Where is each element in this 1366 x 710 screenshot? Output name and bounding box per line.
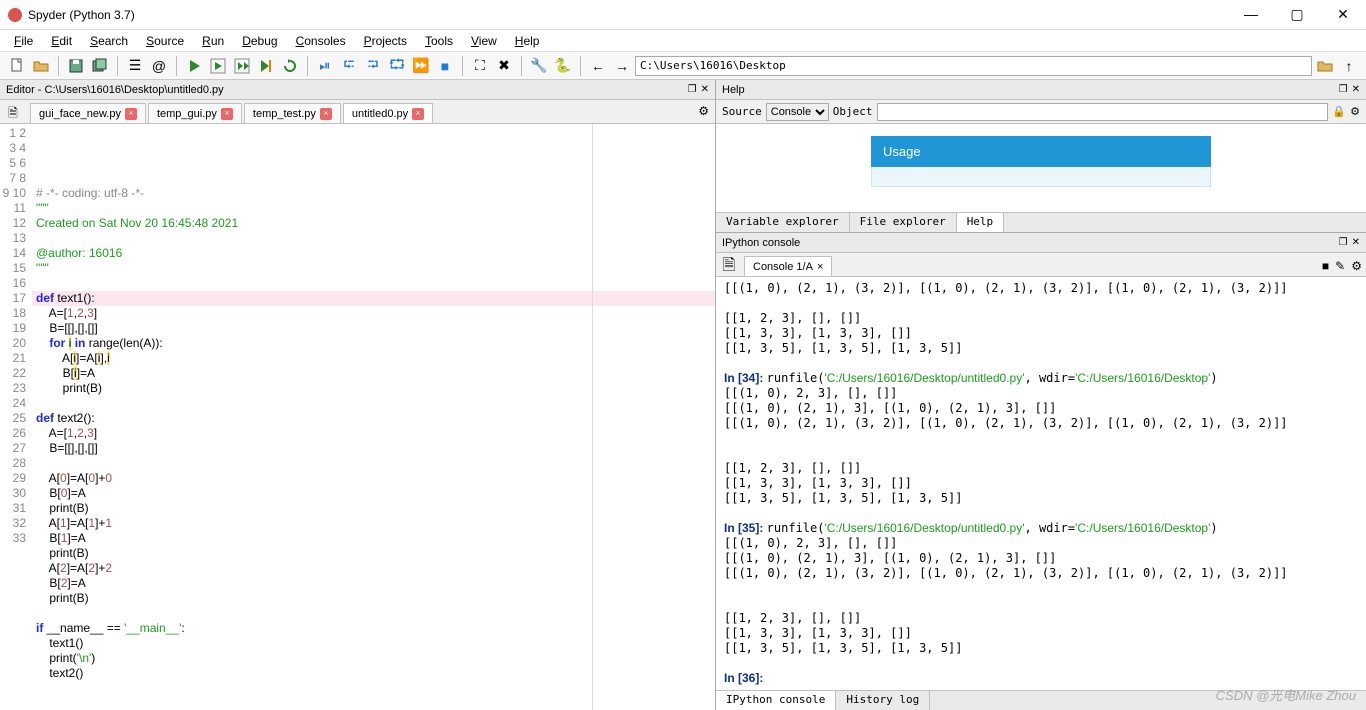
menu-tools[interactable]: Tools [417,32,461,50]
console-bottom-tab[interactable]: IPython console [716,691,836,710]
editor-undock-button[interactable]: ❐ [688,84,697,95]
console-edit-button[interactable]: ✎ [1335,259,1345,273]
console-options-button[interactable]: ⚙ [1351,259,1362,273]
maximize-button[interactable]: ▢ [1282,6,1312,23]
console-stop-button[interactable]: ■ [1322,259,1329,273]
editor-tab[interactable]: gui_face_new.py × [30,103,146,123]
debug-step-button[interactable]: ⏯ [314,55,336,77]
app-icon [8,8,22,22]
lock-icon[interactable]: 🔒 [1332,105,1346,118]
usage-content [871,167,1211,187]
source-select[interactable]: Console [766,103,829,121]
menu-source[interactable]: Source [138,32,192,50]
nav-back-button[interactable]: ← [587,55,609,77]
console-undock-button[interactable]: ❐ [1339,237,1348,248]
menu-run[interactable]: Run [194,32,232,50]
editor-options-button[interactable]: ⚙ [698,104,709,118]
editor-tab-label: gui_face_new.py [39,108,121,120]
console-tab-label: Console 1/A [753,261,813,273]
run-cell-button[interactable] [207,55,229,77]
help-toolbar: Source Console Object 🔒 ⚙ [716,100,1366,124]
editor-tab[interactable]: untitled0.py × [343,103,433,123]
debug-continue-button[interactable]: ⏩ [410,55,432,77]
outline-button[interactable]: ☰ [124,55,146,77]
help-close-button[interactable]: ✕ [1352,84,1360,95]
maximize-pane-button[interactable]: ⛶ [469,55,491,77]
console-browse-button[interactable]: 🗎 [720,258,738,276]
help-body: Usage [716,124,1366,212]
console-output[interactable]: [[(1, 0), (2, 1), (3, 2)], [(1, 0), (2, … [716,277,1366,690]
main-toolbar: ☰ @ ⏯ ⮓ ⮒ ⮔ ⏩ ■ ⛶ ✖ 🔧 🐍 ← → ↑ [0,52,1366,80]
debug-over-button[interactable]: ⮒ [362,55,384,77]
help-tab[interactable]: Help [957,213,1005,232]
menubar: FileEditSearchSourceRunDebugConsolesProj… [0,30,1366,52]
save-button[interactable] [65,55,87,77]
run-cell-advance-button[interactable] [231,55,253,77]
nav-forward-button[interactable]: → [611,55,633,77]
menu-consoles[interactable]: Consoles [288,32,354,50]
debug-into-button[interactable]: ⮓ [338,55,360,77]
editor-tab-close[interactable]: × [320,108,332,120]
close-button[interactable]: ✕ [1328,6,1358,23]
editor-tab[interactable]: temp_test.py × [244,103,341,123]
pythonpath-button[interactable]: 🐍 [552,55,574,77]
code-editor[interactable]: 1 2 3 4 5 6 7 8 9 10 11 12 13 14 15 16 1… [0,124,715,710]
working-dir-input[interactable] [635,56,1312,76]
preferences-button[interactable]: 🔧 [528,55,550,77]
tab-browse-button[interactable]: 🗎 [4,105,22,123]
open-file-button[interactable] [30,55,52,77]
console-bottom-tabs: IPython consoleHistory log [716,690,1366,710]
editor-tabs: 🗎 gui_face_new.py×temp_gui.py×temp_test.… [0,100,715,124]
menu-file[interactable]: File [6,32,41,50]
editor-close-button[interactable]: ✕ [701,84,709,95]
menu-view[interactable]: View [463,32,505,50]
debug-out-button[interactable]: ⮔ [386,55,408,77]
editor-tab-close[interactable]: × [221,108,233,120]
editor-tab-label: temp_test.py [253,108,316,120]
help-title: Help [722,84,745,96]
console-close-button[interactable]: ✕ [1352,237,1360,248]
console-bottom-tab[interactable]: History log [836,691,930,710]
console-title: IPython console [722,237,800,249]
parent-dir-button[interactable]: ↑ [1338,55,1360,77]
titlebar: Spyder (Python 3.7) — ▢ ✕ [0,0,1366,30]
save-all-button[interactable] [89,55,111,77]
run-selection-button[interactable] [255,55,277,77]
console-tab-close[interactable]: × [817,261,823,273]
editor-path: Editor - C:\Users\16016\Desktop\untitled… [6,84,224,96]
menu-debug[interactable]: Debug [234,32,285,50]
help-undock-button[interactable]: ❐ [1339,84,1348,95]
usage-heading: Usage [871,136,1211,167]
console-tab[interactable]: Console 1/A × [744,256,832,276]
help-tabs: Variable explorerFile explorerHelp [716,212,1366,232]
help-pane-title: Help ❐ ✕ [716,80,1366,100]
menu-help[interactable]: Help [507,32,548,50]
help-options-button[interactable]: ⚙ [1350,105,1360,118]
menu-projects[interactable]: Projects [356,32,415,50]
new-file-button[interactable] [6,55,28,77]
run-button[interactable] [183,55,205,77]
rerun-button[interactable] [279,55,301,77]
at-button[interactable]: @ [148,55,170,77]
browse-dir-button[interactable] [1314,55,1336,77]
editor-tab-label: temp_gui.py [157,108,217,120]
fullscreen-button[interactable]: ✖ [493,55,515,77]
editor-tab-label: untitled0.py [352,108,408,120]
menu-search[interactable]: Search [82,32,136,50]
help-tab[interactable]: Variable explorer [716,213,850,232]
console-tabs: 🗎 Console 1/A × ■ ✎ ⚙ [716,253,1366,277]
editor-tab[interactable]: temp_gui.py × [148,103,242,123]
window-title: Spyder (Python 3.7) [28,8,135,22]
debug-stop-button[interactable]: ■ [434,55,456,77]
editor-tab-close[interactable]: × [125,108,137,120]
object-label: Object [833,105,873,118]
console-pane-title: IPython console ❐ ✕ [716,233,1366,253]
source-label: Source [722,105,762,118]
minimize-button[interactable]: — [1236,6,1266,23]
object-input[interactable] [877,103,1329,121]
editor-tab-close[interactable]: × [412,108,424,120]
menu-edit[interactable]: Edit [43,32,80,50]
editor-pane-title: Editor - C:\Users\16016\Desktop\untitled… [0,80,715,100]
help-tab[interactable]: File explorer [850,213,957,232]
